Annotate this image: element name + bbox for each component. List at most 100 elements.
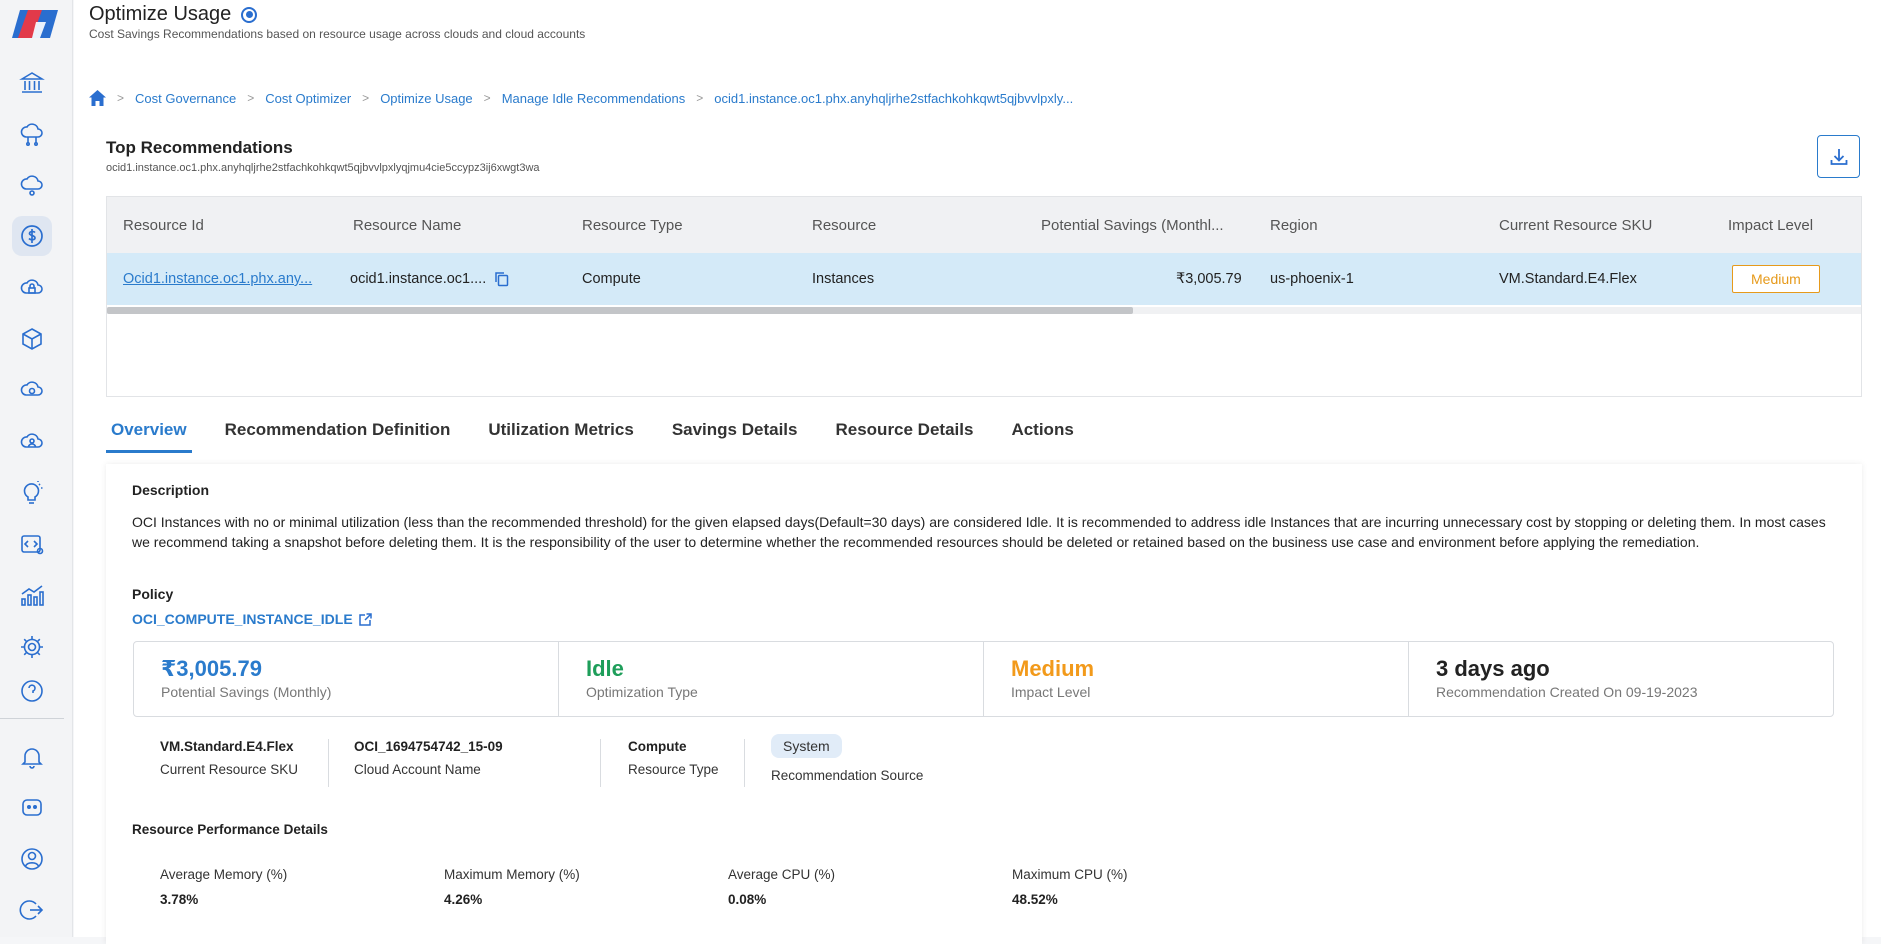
tab-recommendation-definition[interactable]: Recommendation Definition: [220, 416, 456, 453]
meta-value: OCI_1694754742_15-09: [354, 739, 503, 754]
meta-sku: VM.Standard.E4.Flex Current Resource SKU: [160, 739, 298, 777]
stat-label: Potential Savings (Monthly): [161, 684, 332, 700]
bell-icon[interactable]: [12, 737, 52, 777]
download-icon: [1830, 148, 1847, 165]
bank-icon[interactable]: [12, 63, 52, 103]
table-row[interactable]: Ocid1.instance.oc1.phx.any... ocid1.inst…: [107, 253, 1861, 305]
potential-savings-cell: ₹3,005.79: [1176, 271, 1242, 287]
home-icon[interactable]: [89, 90, 106, 106]
cloud-lock-icon[interactable]: [12, 268, 52, 308]
perf-value: 4.26%: [444, 892, 483, 907]
resource-ocid: ocid1.instance.oc1.phx.anyhqljrhe2stfach…: [106, 162, 540, 174]
breadcrumb-current-resource[interactable]: ocid1.instance.oc1.phx.anyhqljrhe2stfach…: [714, 91, 1073, 106]
chevron-right-icon: >: [362, 91, 370, 105]
col-header-potential-savings[interactable]: Potential Savings (Monthl...: [1041, 217, 1224, 234]
stat-created-on: 3 days ago Recommendation Created On 09-…: [1409, 642, 1833, 716]
policy-link[interactable]: OCI_COMPUTE_INSTANCE_IDLE: [132, 611, 372, 627]
breadcrumb-cost-governance[interactable]: Cost Governance: [135, 91, 236, 106]
page-subtitle: Cost Savings Recommendations based on re…: [89, 27, 586, 41]
stat-label: Optimization Type: [586, 684, 698, 700]
cost-dollar-icon[interactable]: [12, 216, 52, 256]
meta-divider: [600, 739, 601, 787]
tab-overview[interactable]: Overview: [106, 416, 192, 453]
radio-selected-icon[interactable]: [241, 6, 258, 23]
col-header-region[interactable]: Region: [1270, 217, 1318, 234]
performance-label: Resource Performance Details: [132, 822, 328, 837]
breadcrumb: > Cost Governance > Cost Optimizer > Opt…: [89, 90, 1073, 106]
breadcrumb-optimize-usage[interactable]: Optimize Usage: [380, 91, 472, 106]
col-header-sku[interactable]: Current Resource SKU: [1499, 217, 1652, 234]
tab-savings-details[interactable]: Savings Details: [667, 416, 803, 453]
gear-icon[interactable]: [12, 627, 52, 667]
page-title: Optimize Usage: [89, 3, 258, 26]
tab-actions[interactable]: Actions: [1006, 416, 1078, 453]
perf-label: Maximum Memory (%): [444, 867, 580, 882]
cube-icon[interactable]: [12, 319, 52, 359]
download-button[interactable]: [1817, 135, 1860, 178]
table-header: Resource Id Resource Name Resource Type …: [107, 197, 1861, 253]
meta-label: Current Resource SKU: [160, 762, 299, 777]
chevron-right-icon: >: [117, 91, 125, 105]
logout-icon[interactable]: [12, 890, 52, 930]
stat-impact-level: Medium Impact Level: [984, 642, 1409, 716]
chevron-right-icon: >: [247, 91, 255, 105]
cloud-network-icon[interactable]: [12, 114, 52, 154]
app-logo[interactable]: [10, 8, 62, 40]
stat-value: 3 days ago: [1436, 656, 1550, 681]
meta-cloud-account: OCI_1694754742_15-09 Cloud Account Name: [354, 739, 503, 777]
perf-label: Average Memory (%): [160, 867, 288, 882]
description-label: Description: [132, 482, 210, 498]
col-header-resource[interactable]: Resource: [812, 217, 876, 234]
help-icon[interactable]: [12, 678, 52, 704]
top-recommendations-header: Top Recommendations ocid1.instance.oc1.p…: [106, 138, 540, 174]
meta-resource-type: Compute Resource Type: [628, 739, 719, 777]
perf-label: Maximum CPU (%): [1012, 867, 1128, 882]
breadcrumb-cost-optimizer[interactable]: Cost Optimizer: [265, 91, 351, 106]
cloud-user-icon[interactable]: [12, 422, 52, 462]
cloud-connect-icon[interactable]: [12, 165, 52, 205]
col-header-impact-level[interactable]: Impact Level: [1728, 217, 1813, 234]
chevron-right-icon: >: [483, 91, 491, 105]
tab-utilization-metrics[interactable]: Utilization Metrics: [483, 416, 638, 453]
chevron-right-icon: >: [696, 91, 704, 105]
col-header-resource-name[interactable]: Resource Name: [353, 217, 461, 234]
perf-average-cpu: Average CPU (%) 0.08%: [728, 867, 835, 907]
stat-optimization-type: Idle Optimization Type: [559, 642, 984, 716]
perf-label: Average CPU (%): [728, 867, 836, 882]
tab-resource-details[interactable]: Resource Details: [830, 416, 978, 453]
resource-id-link[interactable]: Ocid1.instance.oc1.phx.any...: [123, 271, 312, 287]
resource-name-cell: ocid1.instance.oc1....: [350, 271, 509, 287]
horizontal-scrollbar-thumb[interactable]: [107, 307, 1133, 314]
col-header-resource-id[interactable]: Resource Id: [123, 217, 204, 234]
meta-divider: [744, 739, 745, 787]
source-badge: System: [771, 734, 842, 758]
policy-label: Policy: [132, 586, 174, 602]
policy-name[interactable]: OCI_COMPUTE_INSTANCE_IDLE: [132, 611, 353, 627]
perf-value: 0.08%: [728, 892, 767, 907]
recommendations-table: Resource Id Resource Name Resource Type …: [106, 196, 1862, 397]
summary-stats: ₹3,005.79 Potential Savings (Monthly) Id…: [133, 641, 1834, 717]
chatbot-icon[interactable]: [12, 787, 52, 827]
impact-level-badge: Medium: [1732, 265, 1820, 293]
external-link-icon[interactable]: [358, 612, 372, 626]
cloud-settings-icon[interactable]: [12, 370, 52, 410]
user-profile-icon[interactable]: [12, 839, 52, 879]
perf-maximum-cpu: Maximum CPU (%) 48.52%: [1012, 867, 1128, 907]
meta-value: Compute: [628, 739, 687, 754]
stat-potential-savings: ₹3,005.79 Potential Savings (Monthly): [134, 642, 559, 716]
stat-value: ₹3,005.79: [161, 656, 262, 681]
perf-average-memory: Average Memory (%) 3.78%: [160, 867, 287, 907]
detail-tabs: Overview Recommendation Definition Utili…: [106, 416, 1107, 453]
region-cell: us-phoenix-1: [1270, 271, 1354, 287]
copy-icon[interactable]: [494, 271, 509, 287]
code-settings-icon[interactable]: [12, 524, 52, 564]
analytics-chart-icon[interactable]: [12, 576, 52, 616]
overview-panel: Description OCI Instances with no or min…: [106, 464, 1862, 944]
stat-value: Medium: [1011, 656, 1095, 681]
sku-cell: VM.Standard.E4.Flex: [1499, 271, 1637, 287]
breadcrumb-manage-idle[interactable]: Manage Idle Recommendations: [502, 91, 686, 106]
col-header-resource-type[interactable]: Resource Type: [582, 217, 683, 234]
meta-label: Resource Type: [628, 762, 719, 777]
lightbulb-icon[interactable]: [12, 473, 52, 513]
stat-value: Idle: [586, 656, 624, 681]
